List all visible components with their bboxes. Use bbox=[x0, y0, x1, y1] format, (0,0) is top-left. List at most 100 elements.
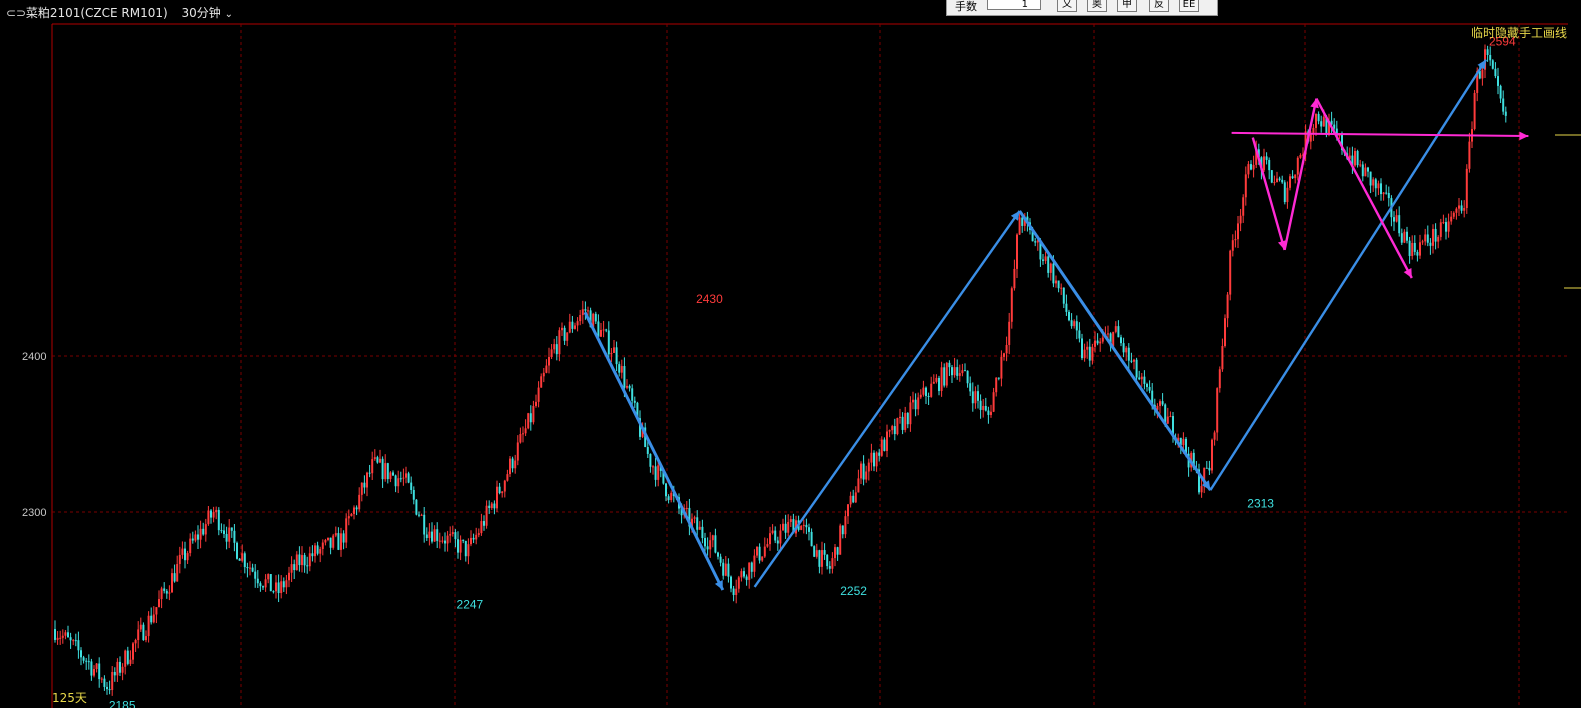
price-annotation: 2313 bbox=[1247, 497, 1274, 511]
candle-body bbox=[1465, 168, 1468, 209]
candle-body bbox=[745, 576, 748, 580]
candle-body bbox=[269, 574, 272, 592]
candlestick-chart[interactable]: 23002400218522472430225223132594 bbox=[0, 22, 1581, 708]
candle-body bbox=[1458, 205, 1460, 209]
candle-body bbox=[971, 391, 974, 404]
candle-body bbox=[1237, 223, 1239, 240]
candle-body bbox=[956, 367, 959, 376]
candle-body bbox=[1221, 346, 1224, 370]
lots-stepper[interactable]: 1 bbox=[987, 0, 1041, 10]
candle-body bbox=[553, 344, 556, 350]
candle-body bbox=[454, 532, 457, 540]
candle-body bbox=[649, 453, 652, 467]
candle-body bbox=[324, 539, 327, 543]
candle-body bbox=[966, 370, 969, 384]
candle-body bbox=[1216, 388, 1219, 433]
candle-body bbox=[457, 539, 459, 553]
candle-body bbox=[1003, 353, 1005, 357]
price-annotation: 2252 bbox=[840, 584, 867, 598]
candle-body bbox=[158, 599, 160, 608]
candle-body bbox=[1387, 193, 1390, 199]
candle-body bbox=[329, 537, 332, 548]
candle-body bbox=[633, 400, 636, 403]
candle-body bbox=[1099, 341, 1102, 344]
candle-body bbox=[1060, 287, 1063, 289]
candle-body bbox=[121, 666, 124, 673]
candle-body bbox=[293, 564, 296, 571]
candle-body bbox=[693, 517, 696, 519]
candle-body bbox=[831, 558, 834, 569]
candle-body bbox=[878, 452, 881, 456]
trend-line[interactable] bbox=[1283, 98, 1318, 251]
candle-body bbox=[1229, 250, 1232, 295]
candle-body bbox=[1083, 349, 1086, 359]
candle-body bbox=[64, 632, 67, 636]
arrowhead[interactable] bbox=[1010, 210, 1020, 221]
trend-lines[interactable] bbox=[583, 58, 1529, 591]
window-icon[interactable]: ⊂⊃ bbox=[6, 6, 26, 20]
candle-body bbox=[1354, 151, 1356, 166]
candle-body bbox=[1468, 141, 1471, 169]
candle-body bbox=[134, 640, 137, 644]
candle-body bbox=[922, 387, 925, 395]
candle-body bbox=[438, 540, 441, 542]
candle-body bbox=[522, 433, 524, 435]
candle-body bbox=[1112, 331, 1115, 347]
candle-body bbox=[1400, 233, 1403, 243]
candle-body bbox=[184, 548, 186, 561]
candle-body bbox=[961, 370, 964, 374]
toolbar-button-2[interactable]: 奥 bbox=[1087, 0, 1107, 12]
candle-body bbox=[340, 533, 342, 550]
candle-body bbox=[888, 430, 891, 432]
candle-body bbox=[212, 512, 215, 518]
candle-body bbox=[1073, 321, 1076, 327]
trend-line[interactable] bbox=[583, 311, 725, 591]
trend-line[interactable] bbox=[1209, 58, 1488, 491]
candle-body bbox=[709, 540, 712, 550]
symbol-name[interactable]: 菜粕2101(CZCE RM101) bbox=[26, 6, 168, 20]
horizontal-line[interactable] bbox=[1231, 131, 1529, 138]
toolbar-button-3[interactable]: 甲 bbox=[1117, 0, 1137, 12]
arrowhead[interactable] bbox=[1519, 131, 1529, 141]
toolbar-button-4[interactable]: 反 bbox=[1149, 0, 1169, 12]
candle-body bbox=[449, 533, 452, 536]
candle-body bbox=[896, 418, 899, 435]
candle-body bbox=[1159, 401, 1161, 406]
candle-body bbox=[992, 392, 995, 412]
trend-line[interactable] bbox=[753, 210, 1021, 588]
hide-lines-toggle[interactable]: 临时隐藏手工画线 bbox=[1471, 24, 1567, 41]
candle-body bbox=[1442, 222, 1445, 224]
candle-body bbox=[953, 367, 956, 376]
candle-body bbox=[111, 671, 114, 690]
candle-body bbox=[1086, 346, 1089, 350]
candle-body bbox=[912, 399, 914, 403]
candle-body bbox=[1057, 280, 1060, 289]
candle-body bbox=[1070, 320, 1073, 327]
candle-body bbox=[69, 637, 72, 641]
candle-body bbox=[431, 531, 433, 542]
toolbar-button-5[interactable]: EE bbox=[1179, 0, 1199, 12]
candle-body bbox=[893, 426, 896, 435]
candle-body bbox=[758, 546, 761, 561]
trend-line[interactable] bbox=[1251, 137, 1286, 251]
candle-body bbox=[386, 463, 389, 480]
candle-body bbox=[1398, 215, 1401, 234]
candle-body bbox=[95, 663, 98, 670]
candle-body bbox=[771, 530, 774, 534]
candle-body bbox=[982, 405, 985, 410]
candle-body bbox=[1234, 239, 1237, 241]
candle-body bbox=[275, 582, 277, 592]
candle-body bbox=[178, 554, 181, 565]
candle-body bbox=[587, 310, 589, 312]
candle-body bbox=[316, 545, 319, 554]
candle-body bbox=[529, 413, 532, 423]
trend-line[interactable] bbox=[1018, 210, 1212, 492]
period-selector[interactable]: 30分钟 bbox=[182, 6, 221, 20]
candle-body bbox=[943, 367, 946, 386]
candle-body bbox=[1068, 311, 1070, 321]
candle-body bbox=[371, 459, 374, 474]
toolbar-button-1[interactable]: 又 bbox=[1057, 0, 1077, 12]
chevron-down-icon[interactable]: ⌄ bbox=[225, 9, 233, 20]
candle-body bbox=[610, 352, 613, 355]
candle-body bbox=[132, 643, 134, 660]
